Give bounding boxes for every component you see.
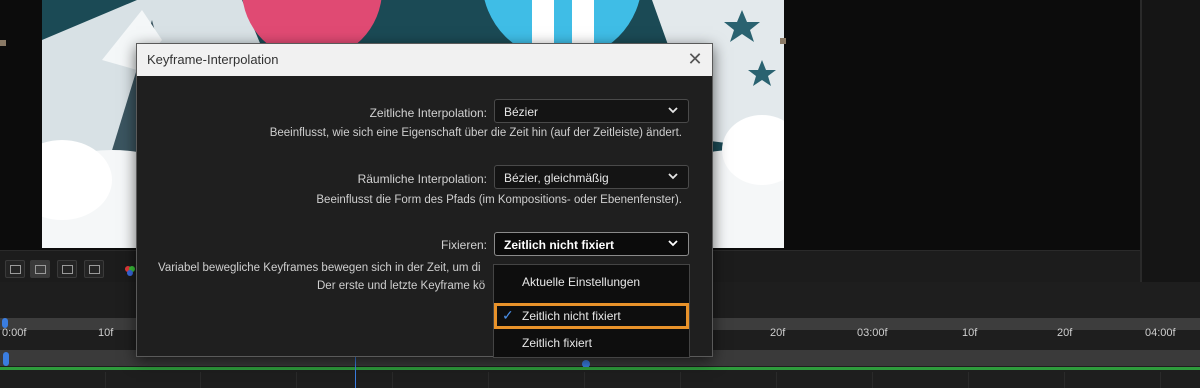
- temporal-interpolation-description: Beeinflusst, wie sich eine Eigenschaft ü…: [269, 127, 682, 139]
- work-area-line: [0, 367, 1200, 370]
- time-tick: 20f: [1057, 327, 1073, 339]
- spatial-interpolation-select[interactable]: Bézier, gleichmäßig: [494, 165, 689, 189]
- grid-line: [200, 372, 201, 388]
- dropdown-item-current-settings[interactable]: Aktuelle Einstellungen: [494, 269, 689, 295]
- temporal-interpolation-select[interactable]: Bézier: [494, 99, 689, 123]
- playhead[interactable]: [355, 356, 356, 388]
- spatial-interpolation-value: Bézier, gleichmäßig: [504, 171, 609, 185]
- temporal-interpolation-label: Zeitliche Interpolation:: [369, 106, 487, 120]
- color-channels-icon[interactable]: [124, 262, 136, 276]
- dropdown-item-label: Aktuelle Einstellungen: [522, 275, 641, 289]
- dropdown-item-roving-off[interactable]: ✓ Zeitlich nicht fixiert: [494, 303, 689, 329]
- grid-line: [296, 372, 297, 388]
- spatial-interpolation-description: Beeinflusst die Form des Pfads (im Kompo…: [316, 194, 682, 206]
- time-tick: 10f: [962, 327, 978, 339]
- roving-description-line1: Variabel bewegliche Keyframes bewegen si…: [158, 262, 481, 274]
- grid-line: [872, 372, 873, 388]
- time-tick: 10f: [98, 327, 114, 339]
- grid-line: [584, 372, 585, 388]
- transparency-grid-icon[interactable]: [5, 260, 25, 278]
- region-of-interest-icon[interactable]: [57, 260, 77, 278]
- roving-dropdown-menu: Aktuelle Einstellungen ✓ Zeitlich nicht …: [493, 264, 690, 358]
- time-tick: 0:00f: [2, 327, 27, 339]
- roving-value: Zeitlich nicht fixiert: [504, 238, 615, 252]
- grid-line: [1160, 372, 1161, 388]
- chevron-down-icon: [668, 107, 678, 114]
- grid-line: [1064, 372, 1065, 388]
- temporal-interpolation-value: Bézier: [504, 105, 539, 119]
- navigator-start-handle[interactable]: [3, 352, 9, 366]
- roving-select[interactable]: Zeitlich nicht fixiert: [494, 232, 689, 256]
- chevron-down-icon: [668, 173, 678, 180]
- time-tick: 20f: [770, 327, 786, 339]
- dropdown-item-label: Zeitlich nicht fixiert: [522, 309, 621, 323]
- dropdown-item-label: Zeitlich fixiert: [522, 336, 593, 350]
- grid-line: [680, 372, 681, 388]
- grid-line: [488, 372, 489, 388]
- dropdown-item-roving-on[interactable]: Zeitlich fixiert: [494, 330, 689, 356]
- dialog-titlebar[interactable]: Keyframe-Interpolation ✕: [137, 44, 712, 76]
- close-icon[interactable]: ✕: [685, 50, 705, 70]
- time-tick: 03:00f: [857, 327, 888, 339]
- time-tick: 04:00f: [1145, 327, 1176, 339]
- grid-guide-icon[interactable]: [84, 260, 104, 278]
- grid-line: [105, 372, 106, 388]
- mask-visibility-icon[interactable]: [30, 260, 50, 278]
- checkmark-icon: ✓: [502, 307, 514, 323]
- roving-description-line2: Der erste und letzte Keyframe kö: [317, 280, 486, 292]
- grid-line: [968, 372, 969, 388]
- grid-line: [776, 372, 777, 388]
- grid-line: [392, 372, 393, 388]
- chevron-down-icon: [668, 240, 678, 247]
- layer-handle[interactable]: [780, 38, 786, 44]
- spatial-interpolation-label: Räumliche Interpolation:: [357, 172, 487, 186]
- right-panel: [1140, 0, 1200, 282]
- layer-handle[interactable]: [0, 40, 6, 46]
- roving-label: Fixieren:: [440, 238, 487, 252]
- dialog-title: Keyframe-Interpolation: [147, 52, 279, 67]
